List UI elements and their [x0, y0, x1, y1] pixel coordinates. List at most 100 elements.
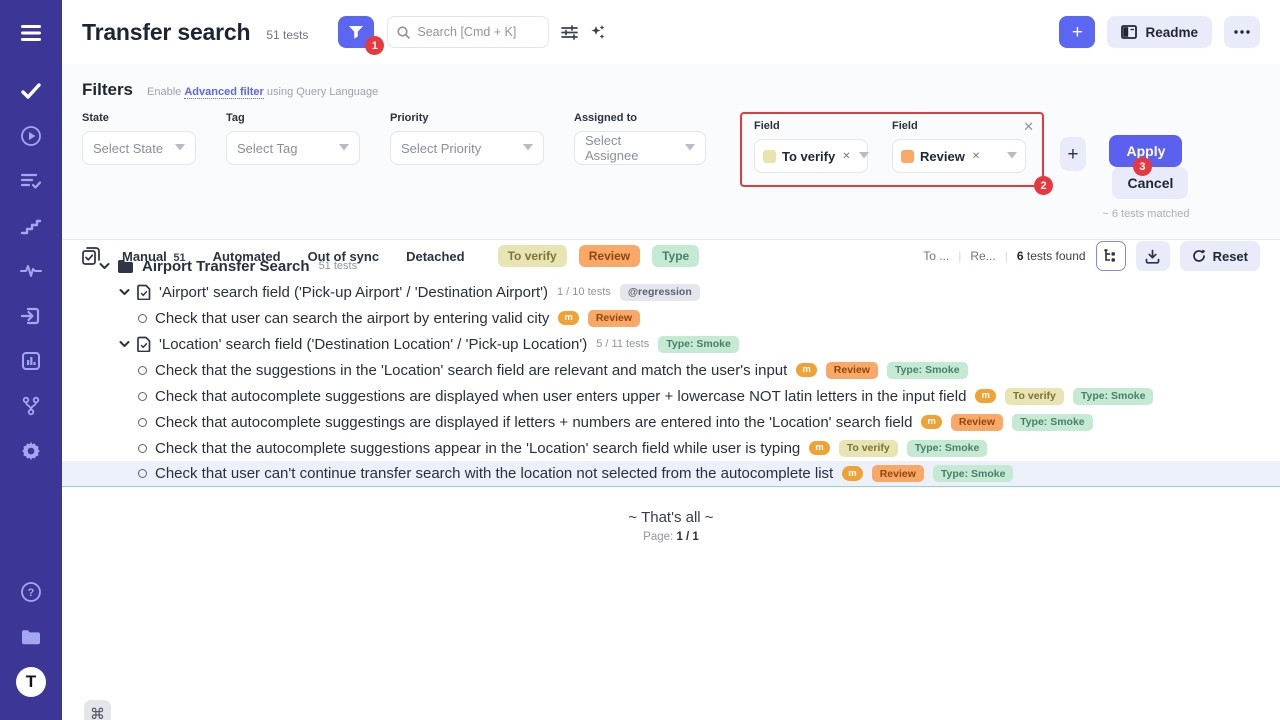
row-tag-smoke: Type: Smoke — [887, 362, 968, 379]
tree-view-toggle[interactable] — [1096, 241, 1126, 271]
reset-button[interactable]: Reset — [1180, 241, 1260, 271]
quick-pill-to-verify[interactable]: To verify — [498, 245, 567, 267]
app-logo[interactable]: T — [14, 665, 48, 699]
check-icon[interactable] — [14, 74, 48, 108]
svg-text:?: ? — [28, 587, 35, 599]
menu-icon[interactable] — [14, 16, 48, 50]
folder-icon — [117, 259, 134, 273]
active-filter-truncated-1[interactable]: To ... — [923, 249, 949, 263]
filter-button[interactable]: 1 — [338, 16, 374, 48]
more-button[interactable] — [1224, 16, 1260, 48]
ellipsis-icon — [1234, 30, 1250, 34]
filter-select-state[interactable]: Select State — [82, 131, 196, 165]
apply-group: ApplyCancel 3 ~ 6 tests matched — [1086, 135, 1206, 220]
row-tag-smoke: Type: Smoke — [1073, 388, 1154, 405]
import-icon[interactable] — [14, 299, 48, 333]
search-input[interactable] — [417, 25, 537, 39]
field-filter-label: Field — [892, 120, 1026, 132]
tree-row-title: Check that autocomplete suggestings are … — [155, 414, 912, 431]
annotation-badge-3: 3 — [1133, 157, 1152, 176]
tree-row[interactable]: Check that the suggestions in the 'Locat… — [62, 357, 1280, 383]
search-box[interactable] — [387, 16, 549, 48]
tree-row[interactable]: Check that the autocomplete suggestions … — [62, 435, 1280, 461]
tree-row[interactable]: Check that user can search the airport b… — [62, 305, 1280, 331]
chevron-down-icon — [685, 143, 695, 154]
book-icon — [1121, 25, 1137, 39]
found-label: tests found — [1027, 249, 1086, 263]
filter-select-assigned-to[interactable]: Select Assignee — [574, 131, 706, 165]
field-filter-group-1: FieldTo verify✕ — [754, 120, 868, 173]
manual-badge: m — [975, 389, 995, 403]
pulse-icon[interactable] — [14, 254, 48, 288]
columns-settings-button[interactable] — [561, 25, 578, 40]
cancel-button[interactable]: Cancel — [1112, 167, 1188, 199]
tree-view-icon — [1103, 249, 1118, 263]
row-tag-smoke: Type: Smoke — [907, 440, 988, 457]
row-tag-smoke: Type: Smoke — [933, 465, 1014, 482]
branch-icon[interactable] — [14, 389, 48, 423]
tree-row[interactable]: 'Location' search field ('Destination Lo… — [62, 331, 1280, 357]
filter-row: StateSelect StateTagSelect TagPrioritySe… — [82, 112, 1260, 220]
tree-row-title: Check that user can search the airport b… — [155, 310, 549, 327]
create-button[interactable]: + — [1059, 16, 1095, 48]
select-value: Select Tag — [237, 141, 297, 156]
remove-tag-icon[interactable]: ✕ — [842, 151, 850, 162]
selected-tag: To verify✕ — [763, 149, 851, 164]
filter-label: Priority — [390, 112, 544, 124]
tab-detached[interactable]: Detached — [406, 249, 465, 264]
sidebar: ? T — [0, 0, 62, 720]
help-icon[interactable]: ? — [14, 575, 48, 609]
tree-row[interactable]: Check that user can't continue transfer … — [62, 461, 1280, 487]
toolbar-right: To ... | Re... | 6 tests found Reset — [923, 241, 1260, 271]
close-field-filters-icon[interactable]: ✕ — [1023, 119, 1034, 135]
readme-button[interactable]: Readme — [1107, 16, 1212, 48]
tree-row-title: 'Airport' search field ('Pick-up Airport… — [159, 284, 548, 301]
filter-groups: StateSelect StateTagSelect TagPrioritySe… — [82, 112, 736, 165]
tree-row-meta: 1 / 10 tests — [557, 286, 611, 298]
gear-icon[interactable] — [14, 434, 48, 468]
active-filter-truncated-2[interactable]: Re... — [970, 249, 995, 263]
filter-select-tag[interactable]: Select Tag — [226, 131, 360, 165]
quick-pill-type[interactable]: Type — [652, 245, 699, 267]
separator: | — [1005, 249, 1008, 263]
pagination: Page: 1 / 1 — [62, 531, 1280, 543]
found-count: 6 — [1017, 249, 1024, 263]
chevron-down-icon[interactable] — [118, 288, 130, 296]
filter-group-priority: Priority Select Priority — [390, 112, 544, 165]
filter-label: State — [82, 112, 196, 124]
manual-badge: m — [796, 363, 816, 377]
page-value: 1 / 1 — [676, 531, 698, 543]
sparkles-icon — [590, 24, 606, 41]
row-tag-review: Review — [826, 362, 878, 379]
reset-label: Reset — [1213, 249, 1248, 264]
remove-tag-icon[interactable]: ✕ — [972, 151, 980, 162]
chevron-down-icon[interactable] — [118, 340, 130, 348]
field-filter-select-2[interactable]: Review✕ — [892, 139, 1026, 173]
annotation-badge-2: 2 — [1034, 176, 1053, 195]
tree-row[interactable]: 'Airport' search field ('Pick-up Airport… — [62, 279, 1280, 305]
folder-docs-icon[interactable] — [14, 620, 48, 654]
advanced-filter-link[interactable]: Advanced filter — [184, 86, 263, 99]
add-filter-button[interactable]: + — [1060, 137, 1086, 171]
export-button[interactable] — [1136, 241, 1170, 271]
tests-count: 51 tests — [266, 28, 308, 42]
filter-label: Assigned to — [574, 112, 706, 124]
shortcut-cmd-button[interactable]: ⌘ — [84, 700, 111, 720]
quick-pill-review[interactable]: Review — [579, 245, 640, 267]
select-value: Select Priority — [401, 141, 481, 156]
play-circle-icon[interactable] — [14, 119, 48, 153]
tree-row[interactable]: Check that autocomplete suggestings are … — [62, 409, 1280, 435]
status-circle-icon — [138, 392, 147, 401]
row-tag-smoke: Type: Smoke — [658, 336, 739, 353]
filter-select-priority[interactable]: Select Priority — [390, 131, 544, 165]
steps-icon[interactable] — [14, 209, 48, 243]
chevron-down-icon[interactable] — [98, 262, 110, 270]
field-filter-select-1[interactable]: To verify✕ — [754, 139, 868, 173]
list-check-icon[interactable] — [14, 164, 48, 198]
funnel-icon — [348, 25, 364, 40]
chart-icon[interactable] — [14, 344, 48, 378]
ai-assist-button[interactable] — [590, 24, 606, 41]
chevron-down-icon — [175, 143, 185, 154]
separator: | — [958, 249, 961, 263]
tree-row[interactable]: Check that autocomplete suggestions are … — [62, 383, 1280, 409]
